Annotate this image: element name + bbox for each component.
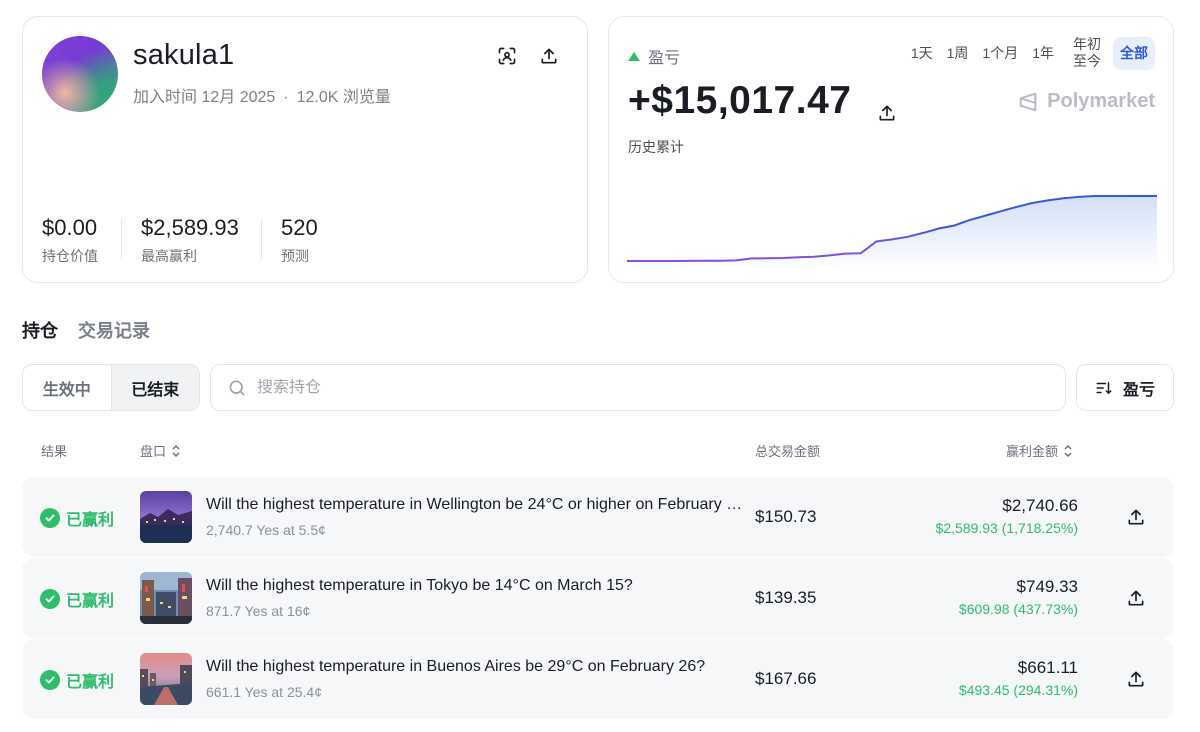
stat-label: 预测 xyxy=(281,248,309,264)
market-position-detail: 2,740.7 Yes at 5.5¢ xyxy=(206,522,326,538)
market-position-detail: 661.1 Yes at 25.4¢ xyxy=(206,684,322,700)
profit-amount: $749.33 xyxy=(1016,577,1078,596)
range-tab-1y[interactable]: 1年 xyxy=(1025,45,1061,62)
stat-value: 520 xyxy=(281,215,318,240)
range-tab-1d[interactable]: 1天 xyxy=(904,45,940,62)
profit-gain: $2,589.93 (1,718.25%) xyxy=(935,520,1078,536)
market-title[interactable]: Will the highest temperature in Buenos A… xyxy=(206,658,746,676)
range-tab-ytd[interactable]: 年初至今 xyxy=(1061,36,1113,70)
profit-amount: $2,740.66 xyxy=(1002,496,1078,515)
result-text: 已赢利 xyxy=(66,593,115,610)
check-icon xyxy=(40,670,60,690)
search-input[interactable] xyxy=(257,378,1017,397)
range-tabs: 1天 1周 1个月 1年 年初至今 全部 xyxy=(904,36,1155,70)
brand-logo: Polymarket xyxy=(1017,90,1155,113)
share-icon[interactable] xyxy=(535,42,563,70)
share-icon[interactable] xyxy=(1126,507,1146,527)
pnl-sublabel: 历史累计 xyxy=(628,139,684,155)
stat-value: $2,589.93 xyxy=(141,215,239,240)
sort-toggle-icon xyxy=(172,444,180,457)
buenos-aires-thumbnail-image[interactable] xyxy=(140,653,192,705)
pnl-value: +$15,017.47 xyxy=(628,79,897,123)
scan-qr-icon[interactable] xyxy=(493,42,521,70)
pnl-chart[interactable] xyxy=(627,171,1157,271)
pnl-amount: +$15,017.47 xyxy=(628,79,852,122)
header-total: 总交易金额 xyxy=(755,444,821,459)
check-icon xyxy=(40,589,60,609)
header-market-label: 盘口 xyxy=(140,444,167,459)
stat-predictions: 520 预测 xyxy=(281,215,318,266)
profit-amount: $661.11 xyxy=(1017,658,1078,677)
share-icon[interactable] xyxy=(877,89,897,121)
search-icon xyxy=(229,380,245,395)
brand-name: Polymarket xyxy=(1047,90,1155,112)
range-tab-1m[interactable]: 1个月 xyxy=(975,45,1025,62)
pnl-label-text: 盈亏 xyxy=(648,50,681,67)
divider xyxy=(261,219,262,259)
tokyo-thumbnail-image[interactable] xyxy=(140,572,192,624)
total-traded: $150.73 xyxy=(755,507,817,526)
tab-history[interactable]: 交易记录 xyxy=(78,317,150,343)
stat-biggest-win: $2,589.93 最高赢利 xyxy=(141,215,239,266)
separator-dot: · xyxy=(283,89,289,106)
table-row[interactable]: 已赢利 Will the highest temperature in Buen… xyxy=(22,639,1174,719)
profit-cell: $2,740.66 $2,589.93 (1,718.25%) xyxy=(936,496,1078,536)
share-icon[interactable] xyxy=(1126,588,1146,608)
table-row[interactable]: 已赢利 Will the highest temperature in Toky… xyxy=(22,558,1174,638)
profit-cell: $749.33 $609.98 (437.73%) xyxy=(959,577,1078,617)
wellington-thumbnail-image[interactable] xyxy=(140,491,192,543)
filter-active[interactable]: 生效中 xyxy=(23,365,111,410)
total-traded: $167.66 xyxy=(755,669,817,688)
header-profit[interactable]: 赢利金额 xyxy=(1006,441,1073,460)
section-tabs: 持仓 交易记录 xyxy=(22,317,150,343)
header-result: 结果 xyxy=(41,444,68,459)
sort-icon xyxy=(1096,381,1112,394)
result-badge: 已赢利 xyxy=(40,506,114,530)
result-text: 已赢利 xyxy=(66,512,115,529)
range-tab-1w[interactable]: 1周 xyxy=(940,45,976,62)
pnl-card: 盈亏 1天 1周 1个月 1年 年初至今 全部 +$15,017.47 Poly… xyxy=(608,16,1174,283)
filter-closed[interactable]: 已结束 xyxy=(110,365,199,410)
sort-button[interactable]: 盈亏 xyxy=(1076,364,1174,411)
divider xyxy=(121,219,122,259)
profit-gain: $493.45 (294.31%) xyxy=(958,682,1078,698)
sort-label: 盈亏 xyxy=(1122,381,1155,399)
stat-label: 最高赢利 xyxy=(141,248,197,264)
result-badge: 已赢利 xyxy=(40,668,114,692)
header-profit-label: 赢利金额 xyxy=(1006,444,1059,459)
join-date: 加入时间 12月 2025 xyxy=(133,89,276,106)
username: sakula1 xyxy=(133,39,235,71)
market-title[interactable]: Will the highest temperature in Wellingt… xyxy=(206,496,746,514)
market-title[interactable]: Will the highest temperature in Tokyo be… xyxy=(206,577,746,595)
view-count: 12.0K 浏览量 xyxy=(296,89,391,106)
table-row[interactable]: 已赢利 Will the highest temperature in Well… xyxy=(22,477,1174,557)
chart-area xyxy=(627,196,1157,271)
search-box xyxy=(210,364,1066,411)
header-market[interactable]: 盘口 xyxy=(140,441,181,460)
range-tab-all[interactable]: 全部 xyxy=(1113,36,1155,70)
profit-gain: $609.98 (437.73%) xyxy=(958,601,1078,617)
pnl-label: 盈亏 xyxy=(628,44,680,68)
up-triangle-icon xyxy=(628,51,640,61)
share-icon[interactable] xyxy=(1126,669,1146,689)
stat-label: 持仓价值 xyxy=(42,248,98,264)
polymarket-logo-icon xyxy=(1019,92,1037,111)
profit-cell: $661.11 $493.45 (294.31%) xyxy=(959,658,1078,698)
sort-toggle-icon xyxy=(1064,444,1072,457)
profile-card: sakula1 加入时间 12月 2025 · 12.0K 浏览量 $0.00 持仓… xyxy=(22,16,588,283)
avatar[interactable] xyxy=(42,36,118,112)
check-icon xyxy=(40,508,60,528)
stat-value: $0.00 xyxy=(42,215,98,240)
status-toggle: 生效中 已结束 xyxy=(22,364,200,411)
total-traded: $139.35 xyxy=(755,588,817,607)
result-badge: 已赢利 xyxy=(40,587,114,611)
profile-meta: 加入时间 12月 2025 · 12.0K 浏览量 xyxy=(133,83,391,107)
stat-position-value: $0.00 持仓价值 xyxy=(42,215,98,266)
market-position-detail: 871.7 Yes at 16¢ xyxy=(206,603,311,619)
result-text: 已赢利 xyxy=(66,674,115,691)
tab-positions[interactable]: 持仓 xyxy=(22,317,58,343)
